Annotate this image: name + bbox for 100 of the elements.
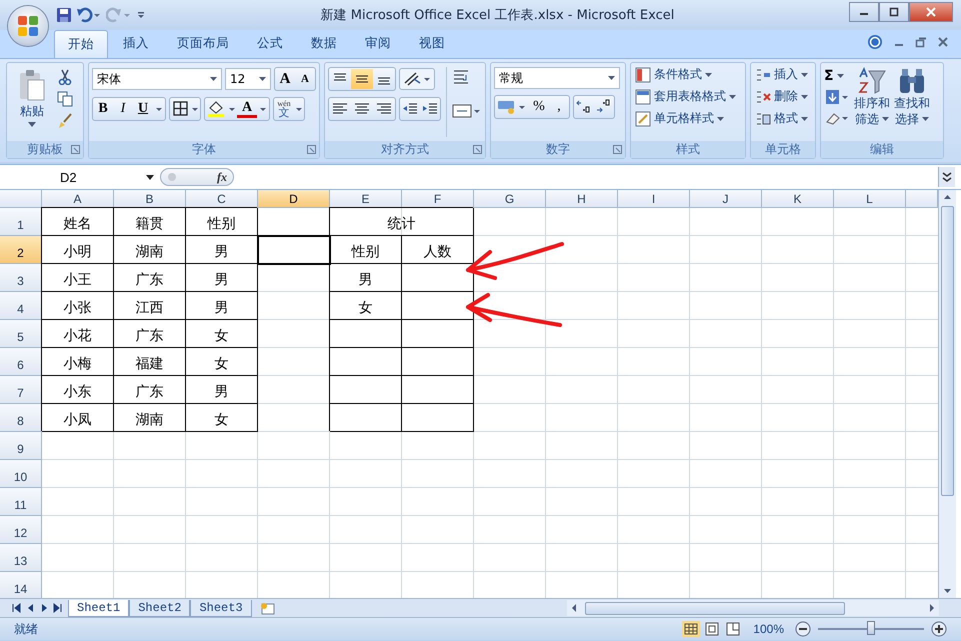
ribbon-tab[interactable]: 数据 [298, 30, 350, 58]
ribbon-tab[interactable]: 页面布局 [164, 30, 242, 58]
font-name-field[interactable]: 宋体 [92, 68, 222, 90]
style-menu-button[interactable]: 条件格式 [635, 65, 741, 84]
caret-icon [146, 174, 154, 180]
ribbon-tab[interactable]: 插入 [110, 30, 162, 58]
launcher-icon[interactable] [473, 145, 482, 154]
comma-button[interactable]: , [549, 97, 569, 117]
table-cell: 湖南 [114, 236, 186, 264]
caret-icon [922, 117, 929, 122]
zoom-slider-thumb[interactable] [867, 621, 875, 635]
close-button[interactable] [909, 2, 954, 22]
row-header[interactable]: 6 [0, 348, 42, 376]
knob-icon [167, 172, 177, 182]
ribbon-tab[interactable]: 公式 [244, 30, 296, 58]
save-icon[interactable] [56, 7, 72, 23]
cells-menu-button[interactable]: 格式 [755, 109, 811, 128]
row-header[interactable]: 5 [0, 320, 42, 348]
zoom-level[interactable]: 100% [753, 622, 784, 636]
minimize-button[interactable] [849, 2, 880, 22]
launcher-icon[interactable] [307, 145, 316, 154]
scrollbar-thumb[interactable] [585, 602, 845, 614]
normal-view-icon[interactable] [682, 621, 700, 637]
bold-button[interactable]: B [93, 99, 113, 119]
style-menu-button[interactable]: 套用表格格式 [635, 87, 741, 106]
column-header[interactable]: F [402, 190, 474, 208]
row-header[interactable]: 9 [0, 432, 42, 460]
cells-menu-button[interactable]: 删除 [755, 87, 811, 106]
underline-button[interactable]: U [133, 99, 153, 119]
insert-function-button[interactable]: fx [160, 168, 234, 186]
column-header[interactable]: C [186, 190, 258, 208]
row-header[interactable]: 3 [0, 264, 42, 292]
sheet-tab[interactable]: Sheet3 [190, 600, 252, 616]
zoom-in-icon[interactable] [931, 621, 947, 637]
column-header[interactable]: G [474, 190, 546, 208]
first-sheet-icon[interactable] [10, 601, 22, 615]
caret-icon [882, 117, 889, 122]
column-header[interactable]: A [42, 190, 114, 208]
grow-font-button[interactable]: A [275, 69, 295, 89]
ribbon-tab[interactable]: 开始 [54, 30, 108, 58]
italic-button[interactable]: I [113, 99, 133, 119]
number-format-field[interactable]: 常规 [494, 67, 620, 89]
group-title: 数字 [546, 141, 570, 158]
row-header[interactable]: 2 [0, 236, 42, 264]
page-layout-icon[interactable] [703, 621, 722, 637]
column-header[interactable]: B [114, 190, 186, 208]
sort-filter-button[interactable]: 排序和 筛选 [854, 67, 890, 137]
brush-icon[interactable] [57, 113, 73, 129]
last-sheet-icon[interactable] [52, 601, 64, 615]
expand-icon[interactable] [938, 167, 955, 187]
ribbon-tab[interactable]: 审阅 [352, 30, 404, 58]
launcher-icon[interactable] [613, 145, 622, 154]
row-header[interactable]: 1 [0, 208, 42, 236]
orientation-icon[interactable] [399, 68, 435, 90]
row-header[interactable]: 7 [0, 376, 42, 404]
table-cell: 小花 [42, 320, 114, 348]
column-header[interactable]: H [546, 190, 618, 208]
zoom-out-icon[interactable] [795, 621, 811, 637]
column-header[interactable]: E [330, 190, 402, 208]
name-box[interactable]: D2 [0, 166, 160, 188]
fill-color-icon[interactable] [205, 99, 237, 119]
scrollbar-thumb[interactable] [941, 206, 954, 496]
undo-icon[interactable] [76, 7, 102, 23]
find-select-button[interactable]: 查找和 选择 [894, 67, 930, 137]
launcher-icon[interactable] [71, 145, 80, 154]
restore-icon[interactable] [915, 36, 927, 48]
row-header[interactable]: 10 [0, 460, 42, 488]
copy-icon[interactable] [57, 91, 73, 107]
row-header[interactable]: 11 [0, 488, 42, 516]
row-header[interactable]: 4 [0, 292, 42, 320]
sheet-tab[interactable]: Sheet1 [68, 600, 130, 616]
cells-menu-button[interactable]: 插入 [755, 65, 811, 84]
autosum-button[interactable]: Σ [824, 67, 850, 85]
row-header[interactable]: 12 [0, 516, 42, 544]
ribbon-tab[interactable]: 视图 [406, 30, 458, 58]
align-middle-button[interactable] [351, 69, 373, 89]
sheet-tab[interactable]: Sheet2 [129, 600, 190, 616]
shrink-font-button[interactable]: A [295, 69, 315, 89]
percent-button[interactable]: % [529, 97, 549, 117]
row-header[interactable]: 14 [0, 572, 42, 598]
maximize-button[interactable] [879, 2, 910, 22]
font-size-field[interactable]: 12 [225, 68, 271, 90]
office-button[interactable] [8, 6, 48, 46]
row-header[interactable]: 8 [0, 404, 42, 432]
help-icon[interactable] [867, 34, 883, 50]
column-header[interactable]: J [690, 190, 762, 208]
paste-button[interactable]: 粘贴 [10, 67, 54, 129]
table-cell: 小张 [42, 292, 114, 320]
scissors-icon[interactable] [57, 69, 73, 85]
page-break-icon[interactable] [724, 621, 742, 637]
fill-down-icon[interactable] [824, 88, 850, 106]
column-header[interactable]: L [834, 190, 906, 208]
table-cell: 男 [186, 236, 258, 264]
column-header[interactable]: D [258, 190, 330, 208]
close-icon[interactable] [937, 36, 949, 48]
table-cell: 性别 [330, 236, 402, 264]
column-header[interactable]: K [762, 190, 834, 208]
style-menu-button[interactable]: 单元格样式 [635, 109, 741, 128]
column-header[interactable]: I [618, 190, 690, 208]
row-header[interactable]: 13 [0, 544, 42, 572]
